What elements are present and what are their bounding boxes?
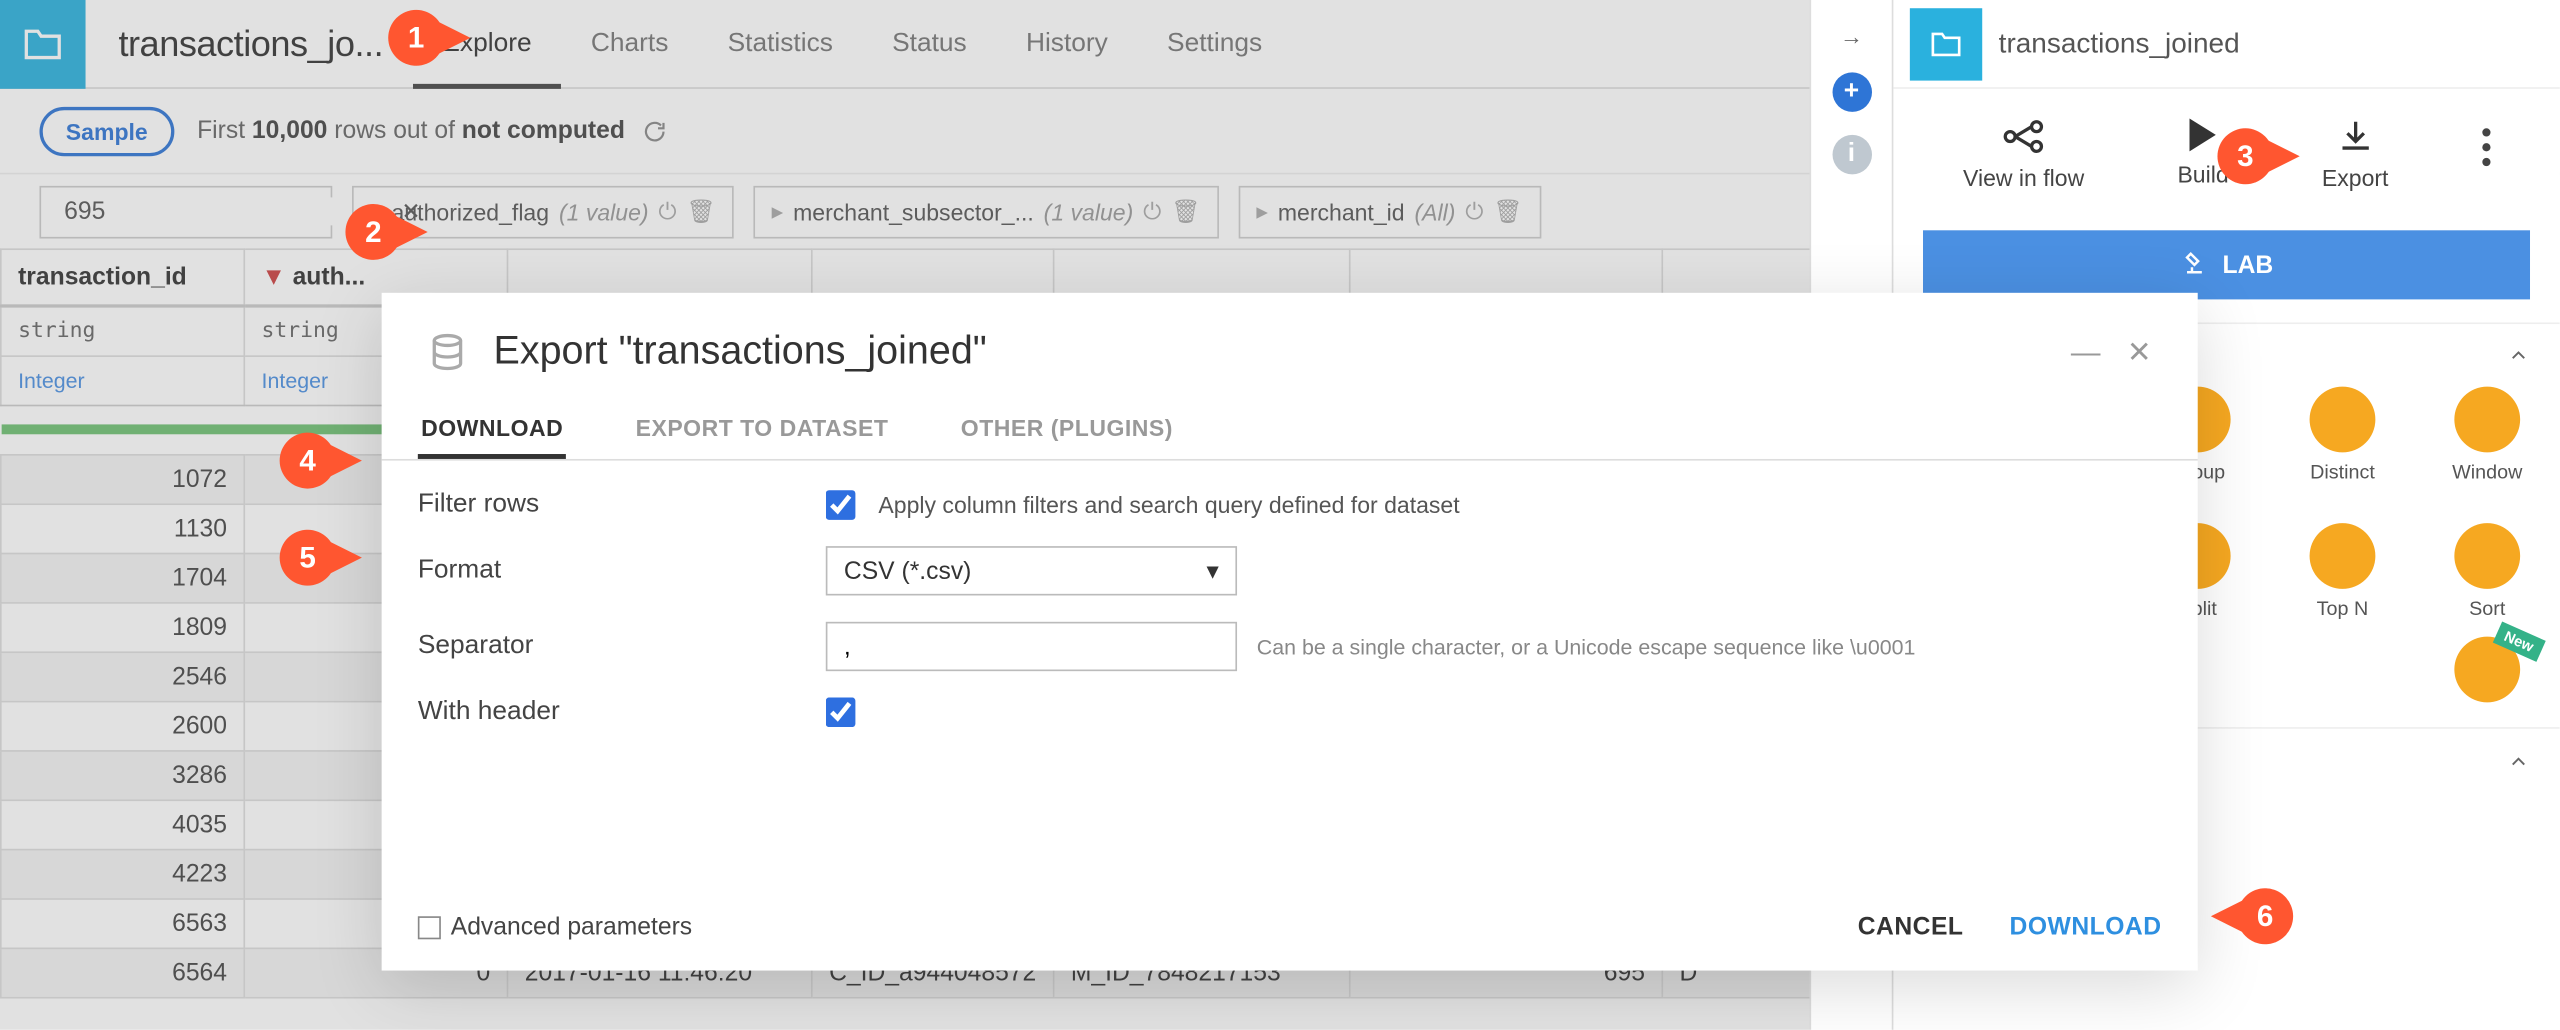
right-panel-title: transactions_joined bbox=[1999, 27, 2240, 60]
sample-info: First 10,000 rows out of not computed bbox=[197, 117, 625, 145]
col-header-transaction-id[interactable]: transaction_id bbox=[1, 249, 244, 306]
modal-tab-other[interactable]: OTHER (PLUGINS) bbox=[957, 401, 1176, 459]
separator-label: Separator bbox=[418, 632, 826, 662]
modal-title: Export "transactions_joined" bbox=[494, 329, 2045, 375]
filter-pill-merchant-subsector[interactable]: ▸merchant_subsector_... (1 value) ⏻🗑 bbox=[754, 185, 1219, 238]
trash-icon[interactable]: 🗑 bbox=[687, 197, 716, 225]
format-select[interactable]: CSV (*.csv)▾ bbox=[826, 546, 1237, 595]
separator-hint: Can be a single character, or a Unicode … bbox=[1257, 634, 1916, 659]
main-tabs: Explore Charts Statistics Status History… bbox=[413, 0, 1292, 88]
action-export[interactable]: Export bbox=[2322, 118, 2389, 190]
filter-rows-checkbox[interactable] bbox=[826, 490, 856, 520]
minimize-button[interactable]: — bbox=[2071, 335, 2101, 370]
chevron-down-icon: ▾ bbox=[1207, 556, 1219, 586]
lab-button[interactable]: LAB bbox=[1923, 230, 2530, 299]
trash-icon[interactable]: 🗑 bbox=[1171, 197, 1200, 225]
chevron-up-icon bbox=[2507, 344, 2530, 367]
action-view-in-flow[interactable]: View in flow bbox=[1963, 118, 2084, 190]
modal-tab-export-dataset[interactable]: EXPORT TO DATASET bbox=[632, 401, 891, 459]
filter-rows-desc: Apply column filters and search query de… bbox=[878, 492, 1459, 518]
annotation-2: 2 bbox=[345, 204, 427, 260]
separator-input[interactable] bbox=[826, 622, 1237, 671]
filter-rows-label: Filter rows bbox=[418, 490, 826, 520]
power-icon[interactable]: ⏻ bbox=[1143, 197, 1161, 225]
recipe-item[interactable]: Distinct bbox=[2290, 387, 2395, 507]
power-icon[interactable]: ⏻ bbox=[1465, 197, 1483, 225]
tab-settings[interactable]: Settings bbox=[1137, 0, 1291, 88]
cancel-button[interactable]: CANCEL bbox=[1858, 913, 1964, 941]
refresh-icon[interactable] bbox=[641, 118, 667, 144]
with-header-checkbox[interactable] bbox=[826, 697, 856, 727]
dataset-title: transactions_jo... bbox=[118, 22, 383, 65]
chevron-up-icon bbox=[2507, 750, 2530, 773]
database-icon bbox=[428, 332, 467, 371]
dataset-icon[interactable] bbox=[0, 0, 86, 88]
funnel-icon: ▼ bbox=[262, 263, 286, 291]
microscope-icon bbox=[2180, 250, 2210, 280]
annotation-1: 1 bbox=[388, 10, 470, 66]
info-button[interactable]: i bbox=[1832, 135, 1871, 174]
format-label: Format bbox=[418, 556, 826, 586]
export-modal: Export "transactions_joined" — ✕ DOWNLOA… bbox=[382, 293, 2198, 971]
dataset-icon-small[interactable] bbox=[1910, 7, 1982, 79]
tab-statistics[interactable]: Statistics bbox=[698, 0, 863, 88]
close-button[interactable]: ✕ bbox=[2127, 335, 2152, 370]
with-header-label: With header bbox=[418, 697, 826, 727]
annotation-5: 5 bbox=[280, 530, 362, 586]
recipe-item[interactable]: Top N bbox=[2290, 523, 2395, 620]
advanced-params[interactable]: Advanced parameters bbox=[418, 913, 692, 941]
add-button[interactable]: + bbox=[1832, 72, 1871, 111]
tab-history[interactable]: History bbox=[996, 0, 1137, 88]
annotation-6: 6 bbox=[2211, 888, 2293, 944]
annotation-4: 4 bbox=[280, 433, 362, 489]
recipe-item[interactable]: Window bbox=[2435, 387, 2540, 507]
filter-pill-merchant-id[interactable]: ▸merchant_id (All) ⏻🗑 bbox=[1238, 185, 1540, 238]
trash-icon[interactable]: 🗑 bbox=[1493, 197, 1522, 225]
expand-arrow-icon[interactable]: → bbox=[1840, 23, 1863, 49]
more-menu[interactable] bbox=[2482, 118, 2490, 166]
sample-button[interactable]: Sample bbox=[39, 106, 174, 155]
recipe-item[interactable]: Sort bbox=[2435, 523, 2540, 620]
download-button[interactable]: DOWNLOAD bbox=[2010, 913, 2162, 941]
tab-charts[interactable]: Charts bbox=[561, 0, 698, 88]
tab-status[interactable]: Status bbox=[862, 0, 996, 88]
annotation-3: 3 bbox=[2217, 128, 2299, 184]
search-input[interactable]: ✕ bbox=[39, 185, 332, 238]
play-icon bbox=[2190, 118, 2216, 151]
recipe-item[interactable]: New bbox=[2435, 637, 2540, 711]
power-icon[interactable]: ⏻ bbox=[658, 197, 676, 225]
modal-tab-download[interactable]: DOWNLOAD bbox=[418, 401, 567, 459]
